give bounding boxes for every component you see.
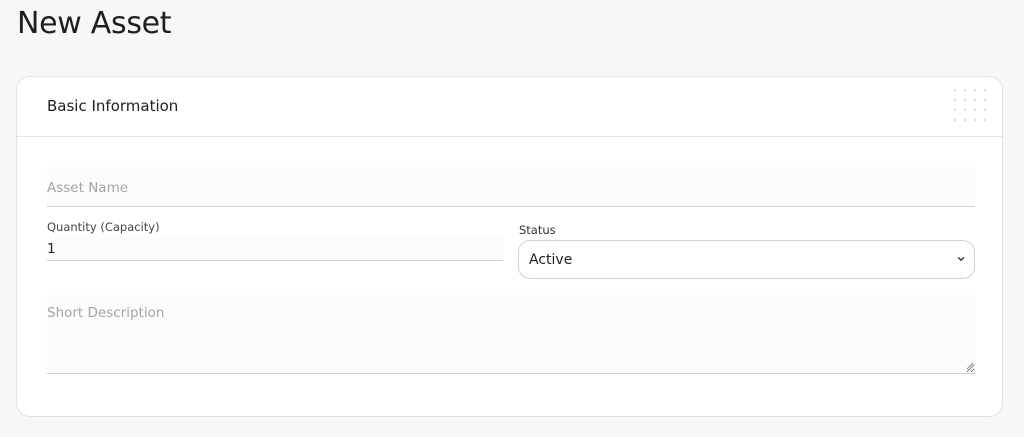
dot-grid-decoration xyxy=(950,85,994,129)
card-title: Basic Information xyxy=(47,97,179,115)
chevron-down-icon xyxy=(957,257,965,261)
quantity-input[interactable] xyxy=(47,237,503,261)
short-description-textarea[interactable] xyxy=(47,295,975,374)
asset-name-input[interactable] xyxy=(47,167,975,207)
card-header: Basic Information xyxy=(17,77,1002,137)
page-title: New Asset xyxy=(17,6,172,41)
status-selected-value: Active xyxy=(529,252,573,268)
status-label: Status xyxy=(519,223,556,237)
status-select[interactable]: Active xyxy=(518,240,975,279)
quantity-label: Quantity (Capacity) xyxy=(47,220,160,234)
resize-handle-icon[interactable] xyxy=(966,362,974,370)
basic-information-card: Basic Information Quantity (Capacity) St… xyxy=(16,76,1003,417)
